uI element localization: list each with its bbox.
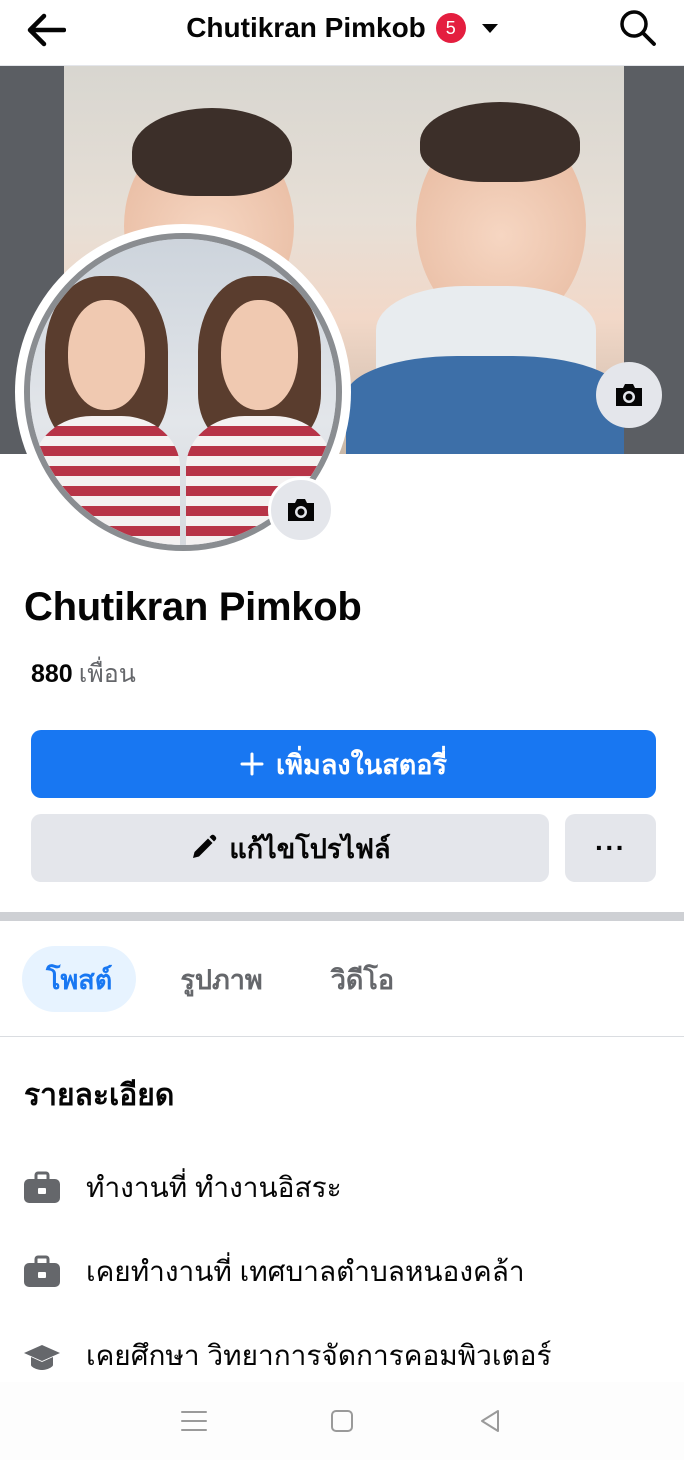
home-button[interactable] — [322, 1401, 362, 1441]
friends-count[interactable]: 880 เพื่อน — [31, 654, 136, 694]
pencil-icon — [193, 834, 217, 858]
tab-videos[interactable]: วิดีโอ — [307, 946, 418, 1012]
edit-cover-button[interactable] — [596, 362, 662, 428]
detail-text: เคยศึกษา วิทยาการจัดการคอมพิวเตอร์ — [86, 1340, 552, 1371]
edit-profile-picture-button[interactable] — [268, 477, 334, 543]
graduation-cap-icon — [22, 1336, 62, 1376]
page-title: Chutikran Pimkob — [186, 12, 426, 43]
detail-item-past-work: เคยทำงานที่ เทศบาลตำบลหนองคล้า — [22, 1250, 525, 1294]
more-icon: ··· — [595, 832, 626, 863]
profile-switcher[interactable]: Chutikran Pimkob 5 — [0, 0, 684, 56]
plus-icon — [240, 752, 264, 776]
tab-label: โพสต์ — [46, 964, 113, 995]
system-navigation-bar — [0, 1382, 684, 1460]
detail-item-work: ทำงานที่ ทำงานอิสระ — [22, 1166, 342, 1210]
tab-label: รูปภาพ — [180, 964, 263, 995]
triangle-back-icon — [481, 1410, 499, 1432]
section-divider — [0, 912, 684, 921]
detail-text: เคยทำงานที่ เทศบาลตำบลหนองคล้า — [86, 1256, 525, 1287]
search-icon — [620, 10, 656, 46]
briefcase-icon — [22, 1252, 62, 1292]
add-to-story-label: เพิ่มลงในสตอรี่ — [276, 749, 447, 780]
profile-tabs: โพสต์ รูปภาพ วิดีโอ — [22, 946, 418, 1012]
notification-badge: 5 — [435, 13, 466, 43]
tab-label: วิดีโอ — [330, 964, 395, 995]
tab-photos[interactable]: รูปภาพ — [156, 946, 286, 1012]
details-heading: รายละเอียด — [24, 1079, 175, 1112]
chevron-down-icon — [481, 23, 498, 33]
divider — [0, 1036, 684, 1037]
top-bar: Chutikran Pimkob 5 — [0, 0, 684, 66]
search-button[interactable] — [614, 4, 662, 52]
cover-photo-right — [346, 66, 624, 454]
camera-icon — [616, 384, 642, 406]
detail-item-education: เคยศึกษา วิทยาการจัดการคอมพิวเตอร์ — [22, 1334, 552, 1378]
profile-name: Chutikran Pimkob — [24, 585, 362, 629]
edit-profile-button[interactable]: แก้ไขโปรไฟล์ — [31, 814, 549, 882]
square-icon — [331, 1410, 353, 1432]
friends-number: 880 — [31, 660, 73, 688]
detail-text: ทำงานที่ ทำงานอิสระ — [86, 1172, 342, 1203]
edit-profile-label: แก้ไขโปรไฟล์ — [229, 833, 391, 864]
more-options-button[interactable]: ··· — [565, 814, 656, 882]
briefcase-icon — [22, 1168, 62, 1208]
camera-icon — [288, 499, 314, 521]
back-nav-button[interactable] — [470, 1401, 510, 1441]
add-to-story-button[interactable]: เพิ่มลงในสตอรี่ — [31, 730, 656, 798]
friends-label: เพื่อน — [78, 660, 136, 688]
tab-posts[interactable]: โพสต์ — [22, 946, 137, 1012]
menu-icon — [181, 1411, 207, 1431]
menu-button[interactable] — [174, 1401, 214, 1441]
